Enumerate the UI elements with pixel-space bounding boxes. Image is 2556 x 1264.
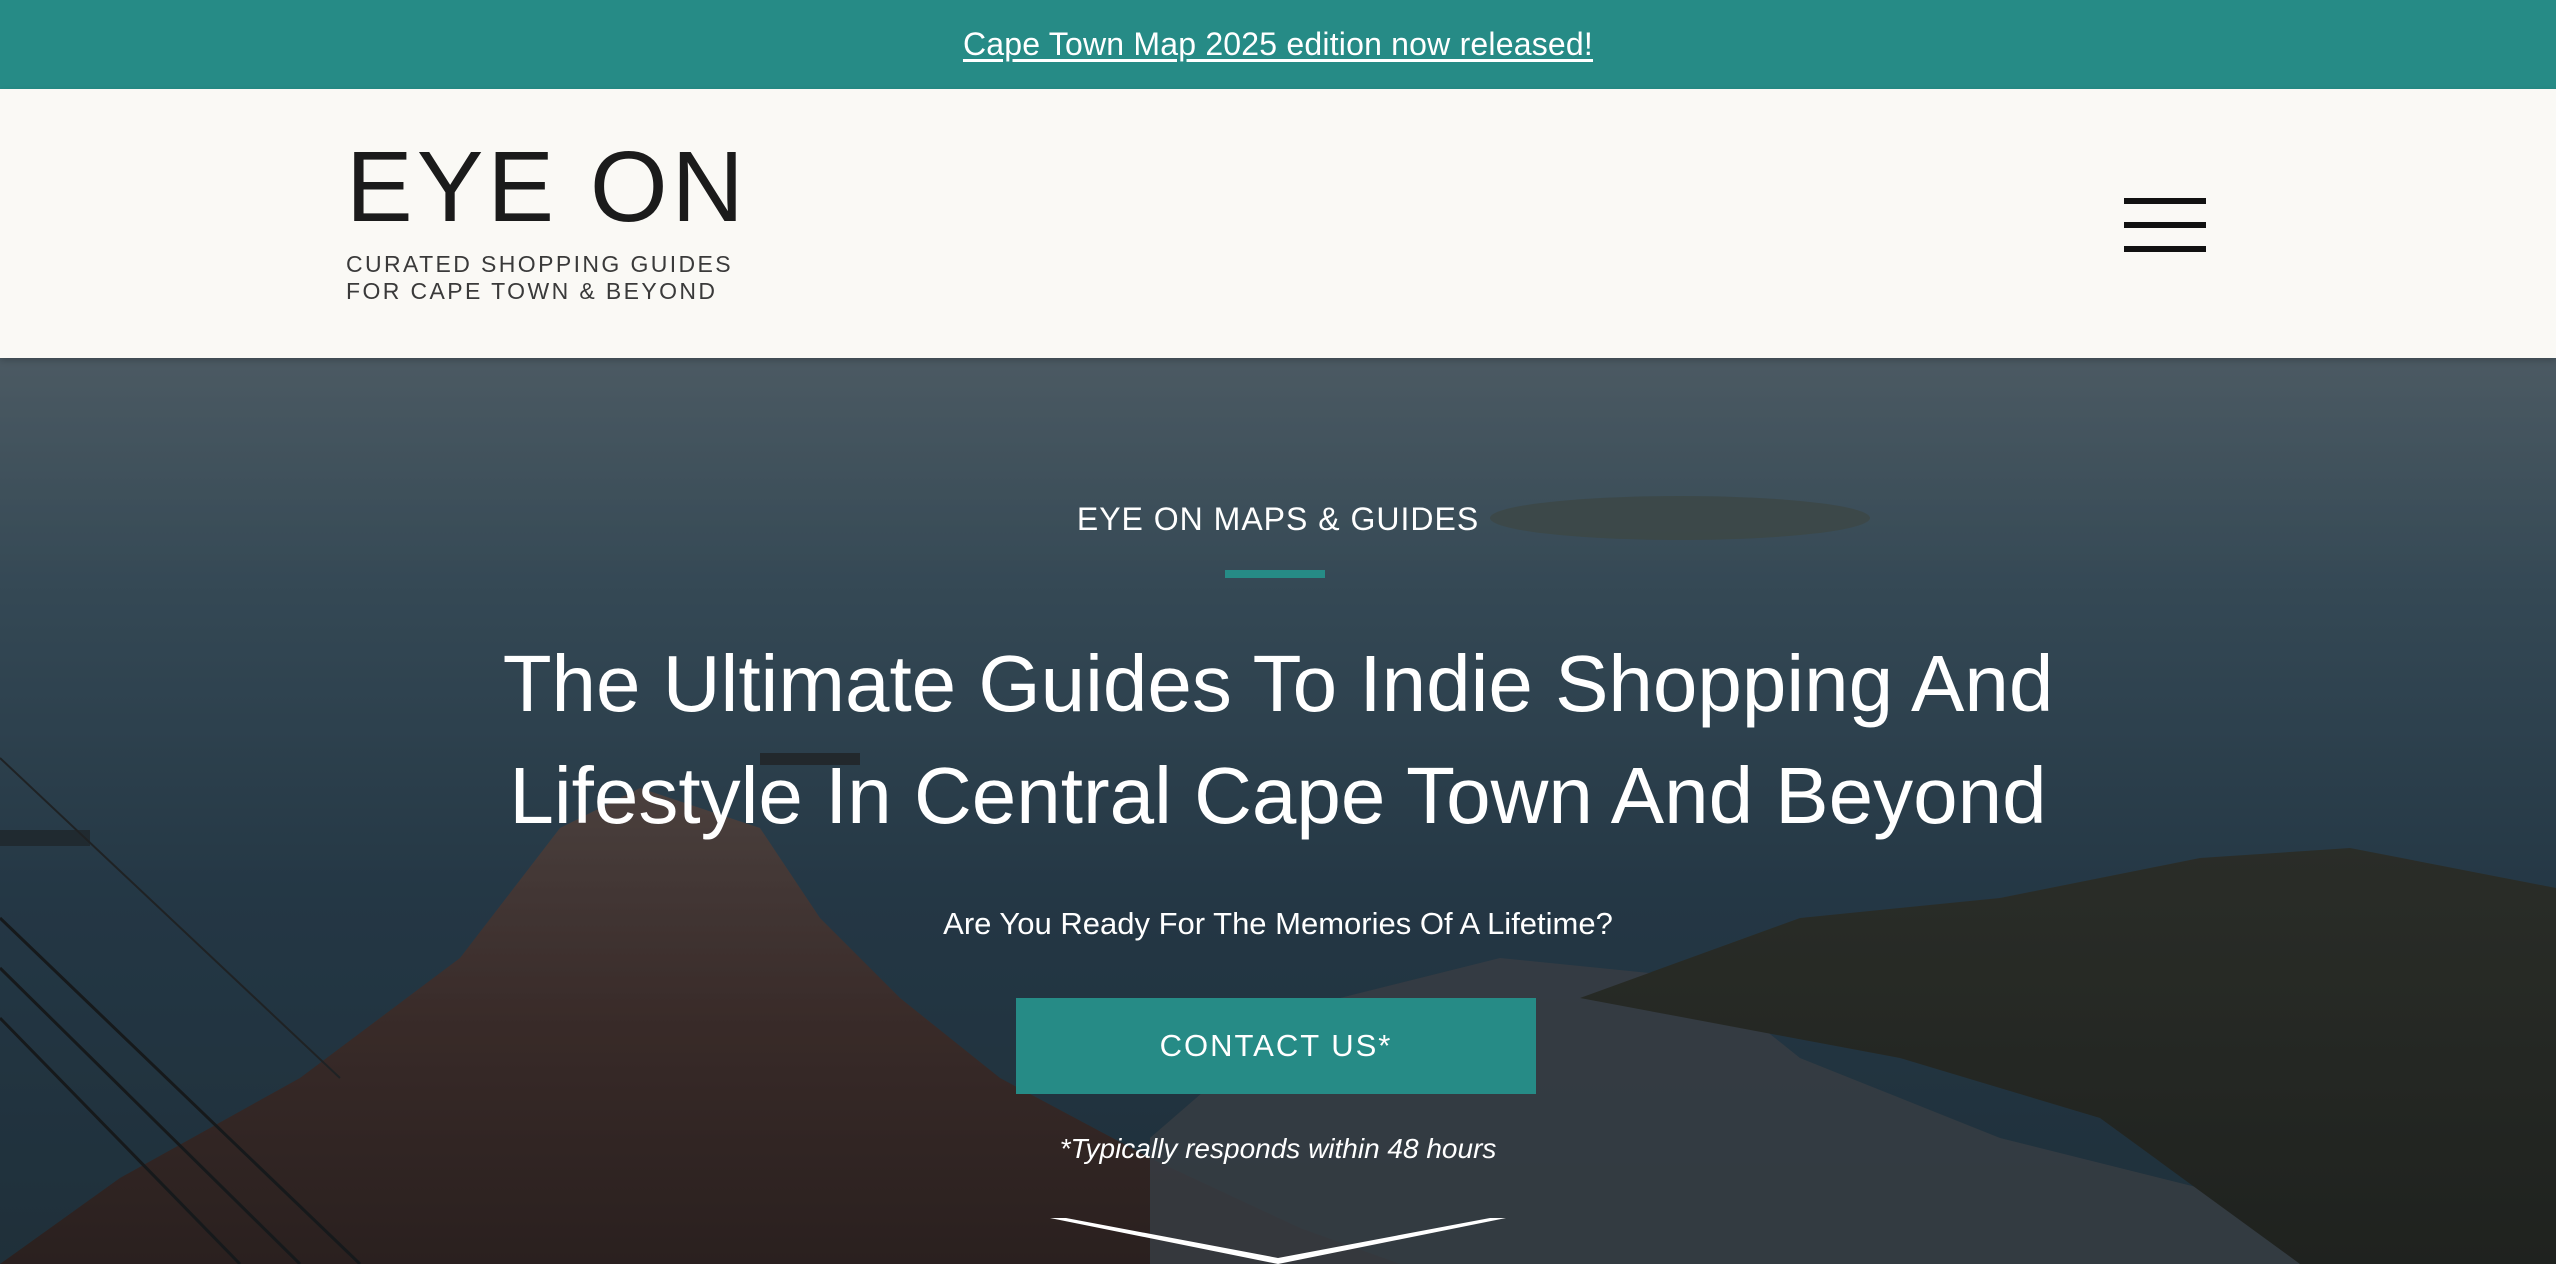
menu-bar <box>2124 198 2206 204</box>
site-header: EYE ON CURATED SHOPPING GUIDES FOR CAPE … <box>0 89 2556 358</box>
menu-bar <box>2124 222 2206 228</box>
response-time-note: *Typically responds within 48 hours <box>1059 1133 1497 1164</box>
hero-subtitle: Are You Ready For The Memories Of A Life… <box>943 906 1613 941</box>
chevron-down-icon[interactable] <box>1050 1218 1506 1264</box>
site-logo[interactable]: EYE ON CURATED SHOPPING GUIDES FOR CAPE … <box>346 131 748 305</box>
announcement-link[interactable]: Cape Town Map 2025 edition now released! <box>963 26 1593 63</box>
logo-title: EYE ON <box>346 131 748 243</box>
logo-tagline-line2: FOR CAPE TOWN & BEYOND <box>346 278 718 304</box>
menu-bar <box>2124 246 2206 252</box>
logo-tagline-line1: CURATED SHOPPING GUIDES <box>346 251 734 277</box>
hero-eyebrow: EYE ON MAPS & GUIDES <box>1076 501 1480 537</box>
eyebrow-divider <box>1225 570 1325 578</box>
contact-us-button[interactable]: CONTACT US* <box>1016 998 1536 1094</box>
logo-tagline: CURATED SHOPPING GUIDES FOR CAPE TOWN & … <box>346 251 734 305</box>
hero-title: The Ultimate Guides To Indie Shopping An… <box>502 639 2054 840</box>
announcement-bar: Cape Town Map 2025 edition now released! <box>0 0 2556 89</box>
hamburger-menu-icon[interactable] <box>2124 198 2206 252</box>
hero-content: EYE ON MAPS & GUIDES The Ultimate Guides… <box>0 358 2556 1264</box>
hero-section: EYE ON MAPS & GUIDES The Ultimate Guides… <box>0 358 2556 1264</box>
